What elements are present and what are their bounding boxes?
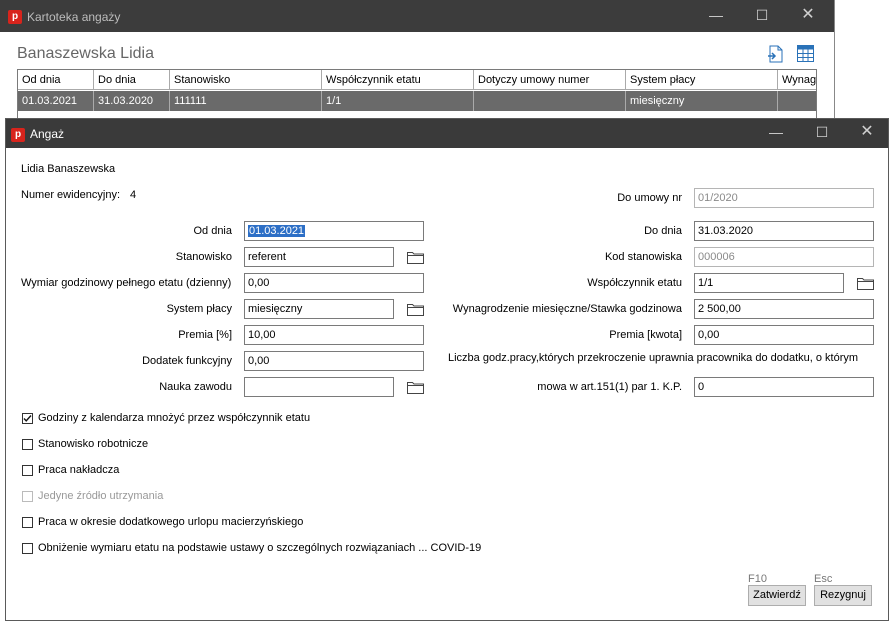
column-header[interactable]: Od dnia bbox=[18, 70, 94, 90]
kartoteka-title: Kartoteka angaży bbox=[27, 10, 121, 24]
close-icon[interactable]: ✕ bbox=[798, 5, 818, 25]
kod-stanowiska-field[interactable]: 000006 bbox=[694, 247, 874, 267]
numer-ewidencyjny-label: Numer ewidencyjny: bbox=[21, 189, 121, 201]
employee-name: Lidia Banaszewska bbox=[21, 163, 116, 175]
wspolczynnik-field[interactable]: 1/1 bbox=[694, 273, 844, 293]
table-grid-icon[interactable] bbox=[797, 45, 814, 62]
jedyne-zrodlo-checkbox bbox=[22, 491, 33, 502]
liczba-godzin-label: Liczba godz.pracy,których przekroczenie … bbox=[448, 352, 859, 364]
od-dnia-value: 01.03.2021 bbox=[248, 225, 306, 237]
covid-obnizenie-checkbox[interactable] bbox=[22, 543, 33, 554]
nauka-zawodu-label: Nauka zawodu bbox=[159, 381, 232, 393]
covid-obnizenie-label[interactable]: Obniżenie wymiaru etatu na podstawie ust… bbox=[38, 542, 481, 554]
table-cell[interactable]: 111111 bbox=[170, 91, 322, 111]
do-dnia-label: Do dnia bbox=[644, 225, 682, 237]
urlop-macierzynski-label[interactable]: Praca w okresie dodatkowego urlopu macie… bbox=[38, 516, 303, 528]
godziny-kalendarz-label[interactable]: Godziny z kalendarza mnożyć przez współc… bbox=[38, 412, 310, 424]
confirm-shortcut-hint: F10 bbox=[748, 573, 767, 585]
praca-nakladcza-label[interactable]: Praca nakładcza bbox=[38, 464, 119, 476]
minimize-icon[interactable]: — bbox=[766, 122, 786, 142]
maximize-icon[interactable]: ☐ bbox=[812, 122, 832, 142]
stanowisko-robotnicze-label[interactable]: Stanowisko robotnicze bbox=[38, 438, 148, 450]
close-icon[interactable]: ✕ bbox=[857, 122, 877, 142]
column-header[interactable]: Wynag bbox=[778, 70, 816, 90]
export-icon[interactable] bbox=[767, 45, 784, 63]
minimize-icon[interactable]: — bbox=[706, 5, 726, 25]
app-logo-icon: p bbox=[8, 10, 22, 24]
table-cell[interactable] bbox=[778, 91, 816, 111]
mowa-art-label: mowa w art.151(1) par 1. K.P. bbox=[537, 381, 682, 393]
stanowisko-field[interactable]: referent bbox=[244, 247, 394, 267]
folder-icon[interactable] bbox=[407, 381, 424, 394]
angaz-title: Angaż bbox=[30, 127, 65, 141]
system-placy-field[interactable]: miesięczny bbox=[244, 299, 394, 319]
app-logo-icon: p bbox=[11, 128, 25, 142]
do-dnia-field[interactable]: 31.03.2020 bbox=[694, 221, 874, 241]
od-dnia-field[interactable]: 01.03.2021 bbox=[244, 221, 424, 241]
wymiar-label: Wymiar godzinowy pełnego etatu (dzienny) bbox=[21, 277, 232, 289]
do-umowy-field[interactable]: 01/2020 bbox=[694, 188, 874, 208]
nauka-zawodu-field[interactable] bbox=[244, 377, 394, 397]
angaz-titlebar: p Angaż — ☐ ✕ bbox=[6, 119, 888, 148]
table-cell[interactable] bbox=[474, 91, 626, 111]
checkmark-icon bbox=[23, 415, 32, 422]
kartoteka-titlebar: p Kartoteka angaży — ☐ ✕ bbox=[0, 0, 834, 32]
jedyne-zrodlo-label: Jedyne źródło utrzymania bbox=[38, 490, 164, 502]
folder-icon[interactable] bbox=[407, 251, 424, 264]
premia-procent-label: Premia [%] bbox=[178, 329, 232, 341]
godziny-kalendarz-checkbox[interactable] bbox=[22, 413, 33, 424]
angaze-table: Od dnia Do dnia Stanowisko Współczynnik … bbox=[17, 69, 817, 121]
rezygnuj-button[interactable]: Rezygnuj bbox=[814, 585, 872, 606]
premia-procent-field[interactable]: 10,00 bbox=[244, 325, 424, 345]
column-header[interactable]: System płacy bbox=[626, 70, 778, 90]
folder-icon[interactable] bbox=[407, 303, 424, 316]
stanowisko-robotnicze-checkbox[interactable] bbox=[22, 439, 33, 450]
employee-heading: Banaszewska Lidia bbox=[17, 45, 154, 62]
wymiar-field[interactable]: 0,00 bbox=[244, 273, 424, 293]
wynagrodzenie-label: Wynagrodzenie miesięczne/Stawka godzinow… bbox=[452, 303, 682, 315]
column-header[interactable]: Stanowisko bbox=[170, 70, 322, 90]
system-placy-label: System płacy bbox=[166, 303, 232, 315]
table-cell[interactable]: 1/1 bbox=[322, 91, 474, 111]
wspolczynnik-label: Współczynnik etatu bbox=[587, 277, 682, 289]
table-cell[interactable]: 01.03.2021 bbox=[18, 91, 94, 111]
zatwierdz-button[interactable]: Zatwierdź bbox=[748, 585, 806, 606]
column-header[interactable]: Współczynnik etatu bbox=[322, 70, 474, 90]
dodatek-field[interactable]: 0,00 bbox=[244, 351, 424, 371]
kod-stanowiska-label: Kod stanowiska bbox=[604, 251, 682, 263]
stanowisko-label: Stanowisko bbox=[175, 251, 232, 263]
wynagrodzenie-field[interactable]: 2 500,00 bbox=[694, 299, 874, 319]
table-cell[interactable]: 31.03.2020 bbox=[94, 91, 170, 111]
cancel-shortcut-hint: Esc bbox=[814, 573, 833, 585]
table-cell[interactable]: miesięczny bbox=[626, 91, 778, 111]
premia-kwota-label: Premia [kwota] bbox=[609, 329, 682, 341]
praca-nakladcza-checkbox[interactable] bbox=[22, 465, 33, 476]
folder-icon[interactable] bbox=[857, 277, 874, 290]
premia-kwota-field[interactable]: 0,00 bbox=[694, 325, 874, 345]
do-umowy-label: Do umowy nr bbox=[617, 192, 682, 204]
column-header[interactable]: Do dnia bbox=[94, 70, 170, 90]
od-dnia-label: Od dnia bbox=[193, 225, 232, 237]
numer-ewidencyjny-value: 4 bbox=[130, 189, 137, 201]
angaz-dialog: p Angaż — ☐ ✕ Lidia Banaszewska Numer ew… bbox=[5, 118, 889, 621]
maximize-icon[interactable]: ☐ bbox=[752, 5, 772, 25]
dodatek-label: Dodatek funkcyjny bbox=[142, 355, 232, 367]
column-header[interactable]: Dotyczy umowy numer bbox=[474, 70, 626, 90]
mowa-art-field[interactable]: 0 bbox=[694, 377, 874, 397]
urlop-macierzynski-checkbox[interactable] bbox=[22, 517, 33, 528]
